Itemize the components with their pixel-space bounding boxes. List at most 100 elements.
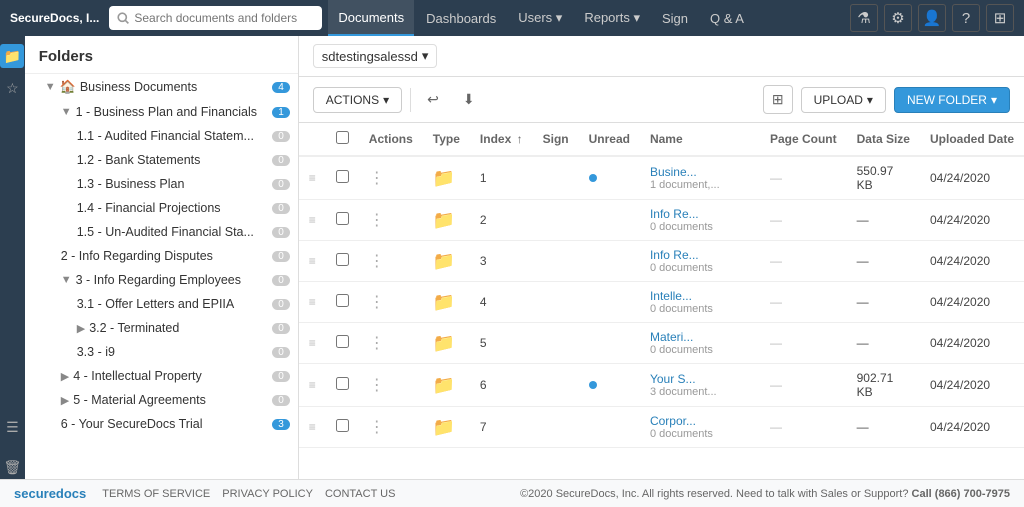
- row-actions-cell[interactable]: ⋮: [359, 241, 423, 282]
- tree-item-bp[interactable]: 1.3 - Business Plan 0: [25, 172, 298, 196]
- row-actions-cell[interactable]: ⋮: [359, 200, 423, 241]
- actions-button[interactable]: ACTIONS ▾: [313, 87, 402, 113]
- row-unread-cell: [579, 282, 640, 323]
- row-checkbox[interactable]: [336, 335, 349, 348]
- doc-name[interactable]: Corpor...: [650, 414, 750, 428]
- tree-item-bs[interactable]: 1.2 - Bank Statements 0: [25, 148, 298, 172]
- tree-item-bpf[interactable]: ▼ 1 - Business Plan and Financials 1: [25, 100, 298, 124]
- drag-handle[interactable]: ≡: [299, 323, 326, 364]
- row-checkbox[interactable]: [336, 419, 349, 432]
- sidebar-list-icon[interactable]: ☰: [0, 415, 24, 439]
- row-actions-cell[interactable]: ⋮: [359, 156, 423, 200]
- search-input[interactable]: [134, 11, 314, 25]
- row-checkbox-cell[interactable]: [326, 407, 359, 448]
- row-checkbox-cell[interactable]: [326, 156, 359, 200]
- nav-qa[interactable]: Q & A: [700, 0, 754, 36]
- user-icon[interactable]: 👤: [918, 4, 946, 32]
- row-actions-cell[interactable]: ⋮: [359, 282, 423, 323]
- drag-handle[interactable]: ≡: [299, 282, 326, 323]
- row-name-cell[interactable]: Corpor... 0 documents: [640, 407, 760, 448]
- row-actions-cell[interactable]: ⋮: [359, 407, 423, 448]
- row-name-cell[interactable]: Info Re... 0 documents: [640, 200, 760, 241]
- search-bar[interactable]: [109, 6, 322, 30]
- nav-dashboards[interactable]: Dashboards: [416, 0, 506, 36]
- doc-name[interactable]: Materi...: [650, 330, 750, 344]
- doc-name[interactable]: Info Re...: [650, 248, 750, 262]
- tree-item-i9[interactable]: 3.3 - i9 0: [25, 340, 298, 364]
- three-dot-menu[interactable]: ⋮: [369, 212, 385, 229]
- three-dot-menu[interactable]: ⋮: [369, 170, 385, 187]
- tree-item-ire[interactable]: ▼ 3 - Info Regarding Employees 0: [25, 268, 298, 292]
- doc-name[interactable]: Your S...: [650, 372, 750, 386]
- row-name-cell[interactable]: Busine... 1 document,...: [640, 156, 760, 200]
- three-dot-menu[interactable]: ⋮: [369, 377, 385, 394]
- row-checkbox[interactable]: [336, 253, 349, 266]
- undo-button[interactable]: ↩: [419, 86, 447, 113]
- tree-item-ole[interactable]: 3.1 - Offer Letters and EPIIA 0: [25, 292, 298, 316]
- three-dot-menu[interactable]: ⋮: [369, 419, 385, 436]
- row-checkbox-cell[interactable]: [326, 282, 359, 323]
- footer-contact[interactable]: CONTACT US: [325, 488, 396, 500]
- tree-item-ip[interactable]: ▶ 4 - Intellectual Property 0: [25, 364, 298, 388]
- tree-item-uafs[interactable]: 1.5 - Un-Audited Financial Sta... 0: [25, 220, 298, 244]
- tree-item-ird[interactable]: 2 - Info Regarding Disputes 0: [25, 244, 298, 268]
- three-dot-menu[interactable]: ⋮: [369, 335, 385, 352]
- col-index-header[interactable]: Index ↑: [470, 123, 533, 156]
- grid-view-button[interactable]: ⊞: [763, 85, 793, 114]
- row-name-cell[interactable]: Intelle... 0 documents: [640, 282, 760, 323]
- doc-name[interactable]: Busine...: [650, 165, 750, 179]
- row-checkbox[interactable]: [336, 377, 349, 390]
- row-actions-cell[interactable]: ⋮: [359, 323, 423, 364]
- grid-icon[interactable]: ⊞: [986, 4, 1014, 32]
- drag-handle[interactable]: ≡: [299, 200, 326, 241]
- row-checkbox[interactable]: [336, 212, 349, 225]
- row-name-cell[interactable]: Info Re... 0 documents: [640, 241, 760, 282]
- row-checkbox-cell[interactable]: [326, 323, 359, 364]
- tree-item-business-documents[interactable]: ▼ 🏠 Business Documents 4: [25, 74, 298, 100]
- sidebar-trash-icon[interactable]: 🗑: [0, 455, 24, 479]
- help-icon[interactable]: ?: [952, 4, 980, 32]
- tree-item-fp[interactable]: 1.4 - Financial Projections 0: [25, 196, 298, 220]
- row-checkbox-cell[interactable]: [326, 241, 359, 282]
- tree-item-terminated[interactable]: ▶ 3.2 - Terminated 0: [25, 316, 298, 340]
- new-folder-button[interactable]: NEW FOLDER ▾: [894, 87, 1010, 113]
- gear-icon[interactable]: ⚙: [884, 4, 912, 32]
- col-check[interactable]: [326, 123, 359, 156]
- drag-handle[interactable]: ≡: [299, 241, 326, 282]
- sidebar-folder-icon[interactable]: 📁: [0, 44, 24, 68]
- download-button[interactable]: ⬇: [455, 86, 483, 113]
- tree-label: 1.3 - Business Plan: [77, 177, 268, 191]
- row-checkbox[interactable]: [336, 294, 349, 307]
- row-checkbox-cell[interactable]: [326, 200, 359, 241]
- doc-name[interactable]: Info Re...: [650, 207, 750, 221]
- brand-logo[interactable]: SecureDocs, I...: [10, 11, 99, 25]
- footer-brand[interactable]: securedocs: [14, 486, 86, 501]
- nav-documents[interactable]: Documents: [328, 0, 414, 36]
- row-name-cell[interactable]: Materi... 0 documents: [640, 323, 760, 364]
- doc-name[interactable]: Intelle...: [650, 289, 750, 303]
- drag-handle[interactable]: ≡: [299, 407, 326, 448]
- tree-item-afs[interactable]: 1.1 - Audited Financial Statem... 0: [25, 124, 298, 148]
- nav-sign[interactable]: Sign: [652, 0, 698, 36]
- select-all-checkbox[interactable]: [336, 131, 349, 144]
- row-checkbox[interactable]: [336, 170, 349, 183]
- three-dot-menu[interactable]: ⋮: [369, 253, 385, 270]
- upload-button[interactable]: UPLOAD ▾: [801, 87, 886, 113]
- nav-reports[interactable]: Reports ▾: [574, 0, 650, 36]
- row-name-cell[interactable]: Your S... 3 document...: [640, 364, 760, 407]
- drag-handle[interactable]: ≡: [299, 364, 326, 407]
- tree-item-ma[interactable]: ▶ 5 - Material Agreements 0: [25, 388, 298, 412]
- row-checkbox-cell[interactable]: [326, 364, 359, 407]
- three-dot-menu[interactable]: ⋮: [369, 294, 385, 311]
- tree-item-yst[interactable]: 6 - Your SecureDocs Trial 3: [25, 412, 298, 436]
- nav-users[interactable]: Users ▾: [508, 0, 572, 36]
- footer-privacy[interactable]: PRIVACY POLICY: [222, 488, 313, 500]
- drag-handle[interactable]: ≡: [299, 156, 326, 200]
- row-sign-cell: [533, 407, 579, 448]
- footer-tos[interactable]: TERMS OF SERVICE: [102, 488, 210, 500]
- row-unread-cell: [579, 364, 640, 407]
- workspace-selector[interactable]: sdtestingsalessd ▾: [313, 44, 438, 68]
- row-actions-cell[interactable]: ⋮: [359, 364, 423, 407]
- sidebar-star-icon[interactable]: ☆: [0, 76, 24, 100]
- flask-icon[interactable]: ⚗: [850, 4, 878, 32]
